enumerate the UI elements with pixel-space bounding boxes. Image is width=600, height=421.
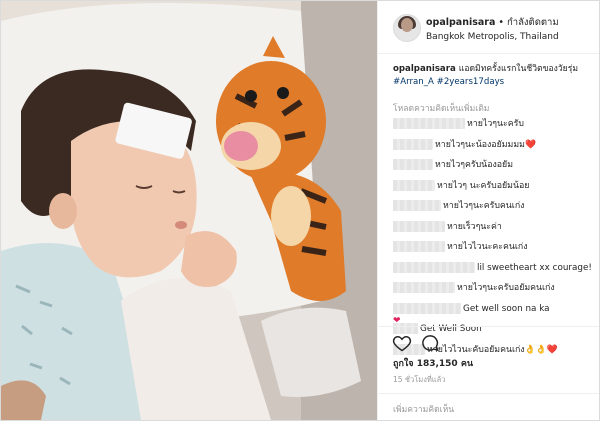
comment-item: Get well soon na ka [393,302,598,323]
comment-text: หายไวๆนะครับ [467,119,524,129]
blurred-username [393,179,435,191]
comment-text: หายไวๆครับน้องอยัม [435,160,514,170]
comment-item: lil sweetheart xx courage! [393,261,598,282]
post-timestamp: 15 ชั่วโมงที่แล้ว [393,375,446,384]
blurred-username [393,118,465,129]
blurred-username [393,302,461,314]
blurred-username [393,241,445,252]
caption-text: แอดมิทครั้งแรกในชีวิตของวัยรุ่ม [458,64,578,74]
avatar[interactable] [393,14,421,42]
following-button[interactable]: กำลังติดตาม [507,17,559,28]
heart-emoji: ❤ [393,316,401,326]
location-link[interactable]: Bangkok Metropolis, Thailand [426,32,559,42]
add-comment-placeholder: เพิ่มความคิดเห็น [393,405,455,415]
speech-bubble-icon[interactable] [420,333,440,353]
post-side-panel: opalpanisara • กำลังติดตาม Bangkok Metropo… [377,1,599,420]
post-header-user: opalpanisara • กำลังติดตาม [426,15,559,30]
comment-text: หายเร็วๆนะค่า [447,221,502,232]
separator-dot: • [498,17,504,28]
load-more-comments-link[interactable]: โหลดความคิดเห็นเพิ่มเติม [393,101,489,115]
post-photo[interactable] [1,1,377,420]
comment-text: หายไวๆนะครับอยัมคนเก่ง [457,283,555,293]
add-comment-field[interactable]: เพิ่มความคิดเห็น [378,393,599,421]
comment-text: หายไวๆ นะครับอยัมน้อย [437,180,530,191]
blurred-username [393,261,475,273]
comment-item: หายเร็วๆนะค่า [393,220,598,241]
comment-text: หายไวไวนะคะคนเก่ง [447,242,528,252]
avatar-face [401,18,413,32]
comment-item: หายไวๆนะครับคนเก่ง [393,199,598,220]
comment-text: Get well soon na ka [463,303,550,314]
username-link[interactable]: opalpanisara [426,17,495,28]
action-bar [378,326,599,357]
comment-text: lil sweetheart xx courage! [477,262,592,273]
comment-item: หายไวไวนะคะคนเก่ง [393,240,598,261]
comment-text: หายไวๆนะครับคนเก่ง [443,201,525,211]
comment-item: หายไวๆนะครับอยัมคนเก่ง [393,281,598,302]
post-header: opalpanisara • กำลังติดตาม Bangkok Metropo… [378,1,599,54]
comment-item: หายไวๆครับน้องอยัม [393,158,598,179]
comment-item: หายไวๆนะน้องอยัมมมม❤️ [393,138,598,159]
comment-text: หายไวๆนะน้องอยัมมมม❤️ [435,139,536,150]
blurred-username [393,159,433,170]
blurred-username [393,200,441,211]
comment-item: หายไวๆ นะครับอยัมน้อย [393,179,598,200]
blurred-username [393,138,433,150]
caption-username[interactable]: opalpanisara [393,64,456,74]
blurred-username [393,282,455,293]
photo-illustration [1,1,377,420]
comment-item: หายไวๆนะครับ [393,117,598,138]
heart-outline-icon[interactable] [392,333,412,353]
caption-hashtags[interactable]: #Arran_A #2years17days [393,77,504,87]
blurred-username [393,220,445,232]
like-count[interactable]: ถูกใจ 183,150 คน [393,356,473,370]
post-caption: opalpanisara แอดมิทครั้งแรกในชีวิตของวัยร… [393,63,593,89]
